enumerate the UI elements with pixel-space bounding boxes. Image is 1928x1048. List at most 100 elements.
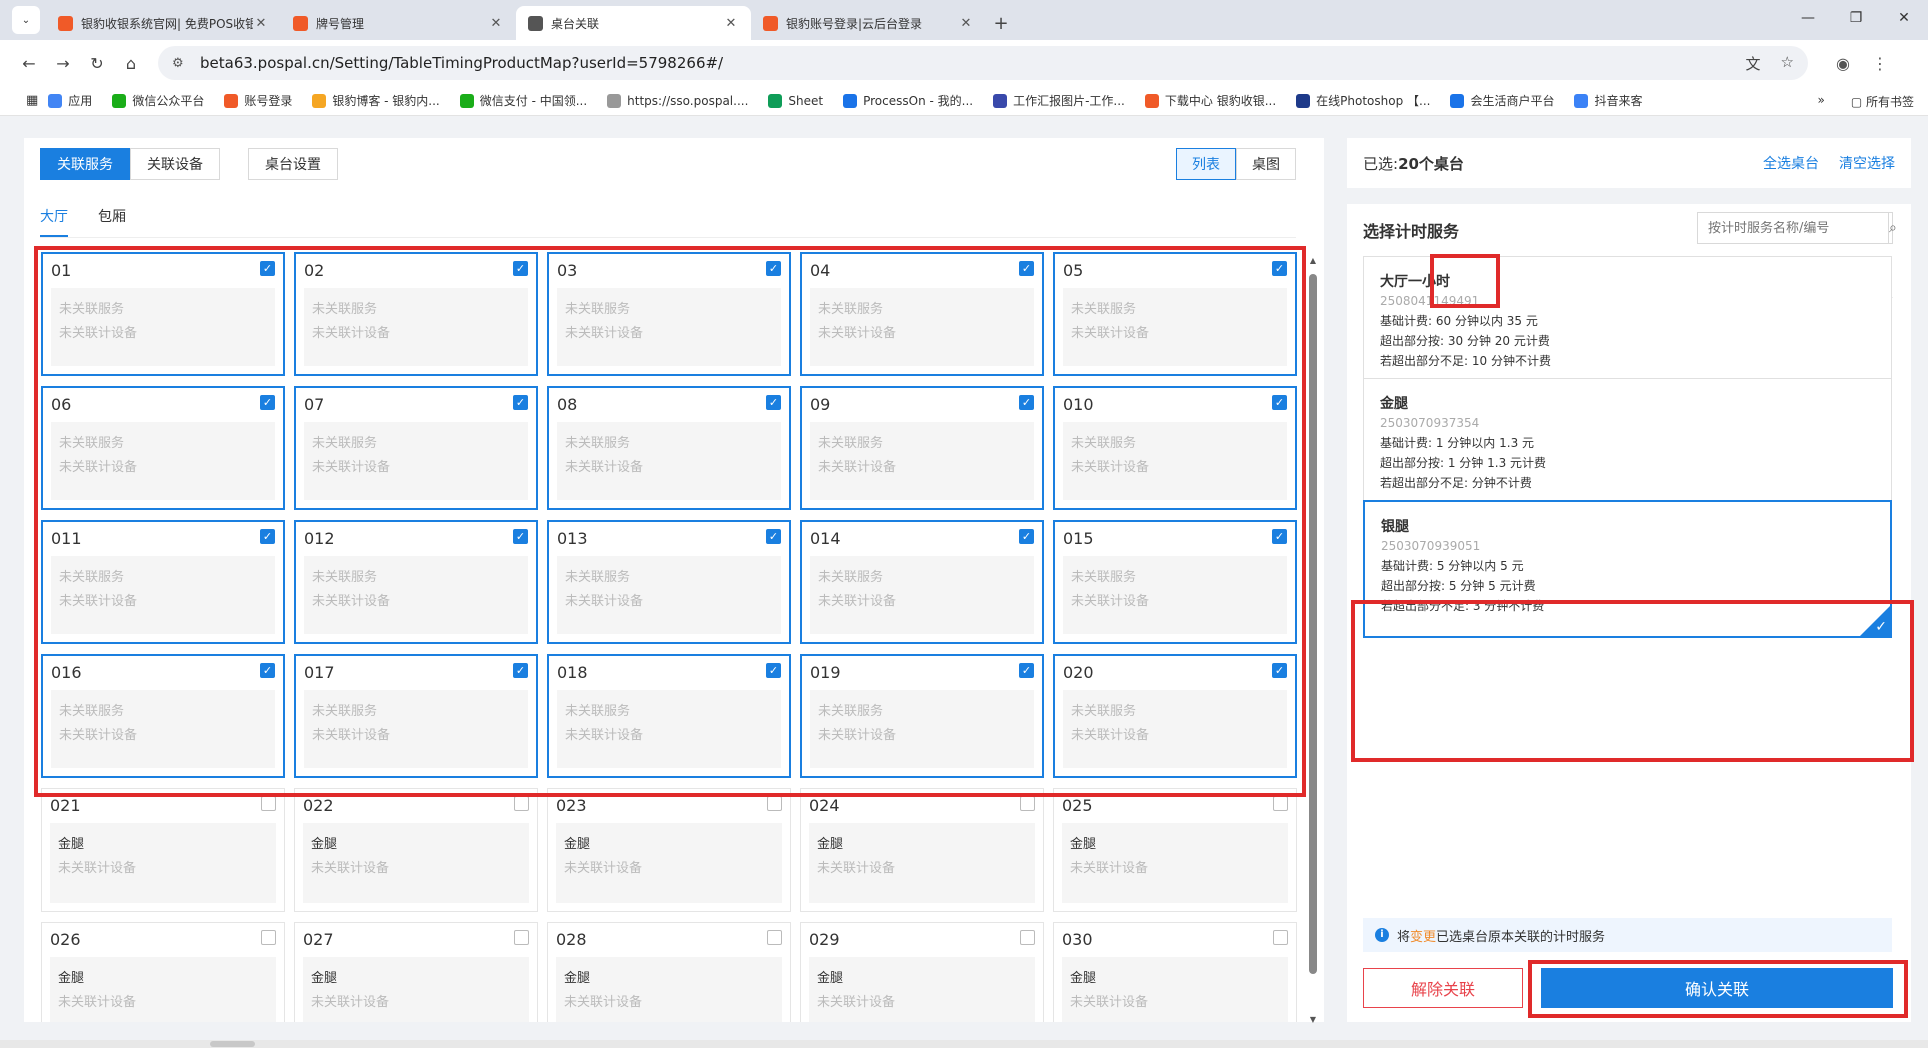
table-checkbox[interactable] [261,796,276,811]
table-card[interactable]: 01 ✓ 未关联服务 未关联计设备 [41,252,285,376]
table-card[interactable]: 023 金腿 未关联计设备 [547,788,791,912]
table-card[interactable]: 09 ✓ 未关联服务 未关联计设备 [800,386,1044,510]
table-checkbox[interactable] [514,796,529,811]
vertical-scrollbar[interactable]: ▲ ▼ [1308,256,1318,1024]
table-checkbox[interactable] [261,930,276,945]
forward-arrow-icon[interactable]: → [46,54,80,73]
tab-private-room[interactable]: 包厢 [98,206,126,237]
table-checkbox[interactable]: ✓ [260,261,275,276]
table-card[interactable]: 029 金腿 未关联计设备 [800,922,1044,1022]
table-checkbox[interactable]: ✓ [513,395,528,410]
reload-icon[interactable]: ↻ [80,54,114,73]
table-checkbox[interactable] [767,796,782,811]
apps-grid-icon[interactable]: ▦ [26,93,38,108]
table-card[interactable]: 022 金腿 未关联计设备 [294,788,538,912]
table-card[interactable]: 030 金腿 未关联计设备 [1053,922,1297,1022]
table-card[interactable]: 08 ✓ 未关联服务 未关联计设备 [547,386,791,510]
search-icon[interactable]: ⌕ [1888,213,1897,243]
table-card[interactable]: 026 金腿 未关联计设备 [41,922,285,1022]
list-view-button[interactable]: 列表 [1176,148,1236,180]
link-device-button[interactable]: 关联设备 [130,148,220,180]
browser-tab[interactable]: 银豹账号登录|云后台登录 ✕ [751,6,986,40]
bookmark-item[interactable]: 银豹博客 - 银豹内... [312,92,440,109]
table-card[interactable]: 017 ✓ 未关联服务 未关联计设备 [294,654,538,778]
link-service-button[interactable]: 关联服务 [40,148,130,180]
unlink-button[interactable]: 解除关联 [1363,968,1523,1008]
bookmark-star-icon[interactable]: ☆ [1781,53,1794,74]
table-checkbox[interactable]: ✓ [766,663,781,678]
back-arrow-icon[interactable]: ← [12,54,46,73]
table-card[interactable]: 021 金腿 未关联计设备 [41,788,285,912]
table-card[interactable]: 05 ✓ 未关联服务 未关联计设备 [1053,252,1297,376]
clear-selection-link[interactable]: 清空选择 [1839,153,1895,173]
table-checkbox[interactable]: ✓ [1019,663,1034,678]
table-checkbox[interactable]: ✓ [513,261,528,276]
map-view-button[interactable]: 桌图 [1236,148,1296,180]
scrollbar-thumb[interactable] [1309,274,1317,974]
table-checkbox[interactable]: ✓ [1272,395,1287,410]
confirm-link-button[interactable]: 确认关联 [1541,968,1893,1008]
bookmark-item[interactable]: Sheet [768,93,823,108]
table-card[interactable]: 024 金腿 未关联计设备 [800,788,1044,912]
table-card[interactable]: 03 ✓ 未关联服务 未关联计设备 [547,252,791,376]
bookmark-item[interactable]: 微信支付 - 中国领... [459,92,587,109]
url-field[interactable]: ⚙ beta63.pospal.cn/Setting/TableTimingPr… [158,46,1808,80]
service-card[interactable]: 银腿 2503070939051 基础计费: 5 分钟以内 5 元 超出部分按:… [1363,500,1892,638]
table-card[interactable]: 020 ✓ 未关联服务 未关联计设备 [1053,654,1297,778]
table-checkbox[interactable]: ✓ [766,395,781,410]
scroll-up-icon[interactable]: ▲ [1308,256,1318,265]
site-info-icon[interactable]: ⚙ [172,56,190,71]
table-checkbox[interactable]: ✓ [513,663,528,678]
table-checkbox[interactable] [1020,796,1035,811]
table-checkbox[interactable]: ✓ [260,529,275,544]
bookmark-item[interactable]: 工作汇报图片-工作... [993,92,1125,109]
table-checkbox[interactable] [1273,796,1288,811]
all-bookmarks[interactable]: ▢ 所有书签 [1851,93,1914,110]
browser-menu-icon[interactable]: ⋮ [1872,54,1888,73]
service-search-input[interactable] [1698,220,1888,236]
service-card[interactable]: 金腿 2503070937354 基础计费: 1 分钟以内 1.3 元 超出部分… [1363,378,1892,516]
browser-tab[interactable]: 银豹收银系统官网| 免费POS收银 ✕ [46,6,281,40]
table-checkbox[interactable]: ✓ [1019,395,1034,410]
tab-hall[interactable]: 大厅 [40,206,68,237]
table-card[interactable]: 02 ✓ 未关联服务 未关联计设备 [294,252,538,376]
home-icon[interactable]: ⌂ [114,54,148,73]
table-card[interactable]: 06 ✓ 未关联服务 未关联计设备 [41,386,285,510]
hscroll-thumb[interactable] [210,1041,255,1047]
new-tab-plus-icon[interactable]: + [986,6,1016,40]
horizontal-scrollbar[interactable] [0,1040,1928,1048]
table-card[interactable]: 012 ✓ 未关联服务 未关联计设备 [294,520,538,644]
bookmark-item[interactable]: 在线Photoshop 【... [1296,92,1430,109]
tab-close-icon[interactable]: ✕ [723,16,739,31]
table-card[interactable]: 013 ✓ 未关联服务 未关联计设备 [547,520,791,644]
table-checkbox[interactable]: ✓ [513,529,528,544]
service-card[interactable]: 大厅一小时 2508041149491 基础计费: 60 分钟以内 35 元 超… [1363,256,1892,394]
translate-icon[interactable]: 文 [1746,53,1761,74]
restore-icon[interactable]: ❐ [1832,0,1880,36]
bookmark-item[interactable]: 会生活商户平台 [1450,92,1554,109]
table-checkbox[interactable] [1020,930,1035,945]
bookmark-item[interactable]: 账号登录 [224,92,292,109]
scroll-down-icon[interactable]: ▼ [1308,1015,1318,1024]
bookmark-item[interactable]: ProcessOn - 我的... [843,92,973,109]
table-card[interactable]: 028 金腿 未关联计设备 [547,922,791,1022]
table-settings-button[interactable]: 桌台设置 [248,148,338,180]
tab-close-icon[interactable]: ✕ [488,16,504,31]
table-card[interactable]: 019 ✓ 未关联服务 未关联计设备 [800,654,1044,778]
table-checkbox[interactable]: ✓ [766,529,781,544]
profile-icon[interactable]: ◉ [1836,54,1850,73]
table-card[interactable]: 014 ✓ 未关联服务 未关联计设备 [800,520,1044,644]
tab-close-icon[interactable]: ✕ [253,16,269,31]
bookmark-item[interactable]: 下载中心 银豹收银... [1144,92,1276,109]
table-checkbox[interactable]: ✓ [1272,261,1287,276]
table-card[interactable]: 07 ✓ 未关联服务 未关联计设备 [294,386,538,510]
bookmark-item[interactable]: 微信公众平台 [112,92,204,109]
table-card[interactable]: 025 金腿 未关联计设备 [1053,788,1297,912]
table-checkbox[interactable]: ✓ [1019,529,1034,544]
table-card[interactable]: 016 ✓ 未关联服务 未关联计设备 [41,654,285,778]
tab-search-chevron-icon[interactable]: ⌄ [12,6,40,34]
bookmark-item[interactable]: 应用 [48,92,92,109]
browser-tab[interactable]: 牌号管理 ✕ [281,6,516,40]
table-checkbox[interactable] [1273,930,1288,945]
browser-tab[interactable]: 桌台关联 ✕ [516,6,751,40]
